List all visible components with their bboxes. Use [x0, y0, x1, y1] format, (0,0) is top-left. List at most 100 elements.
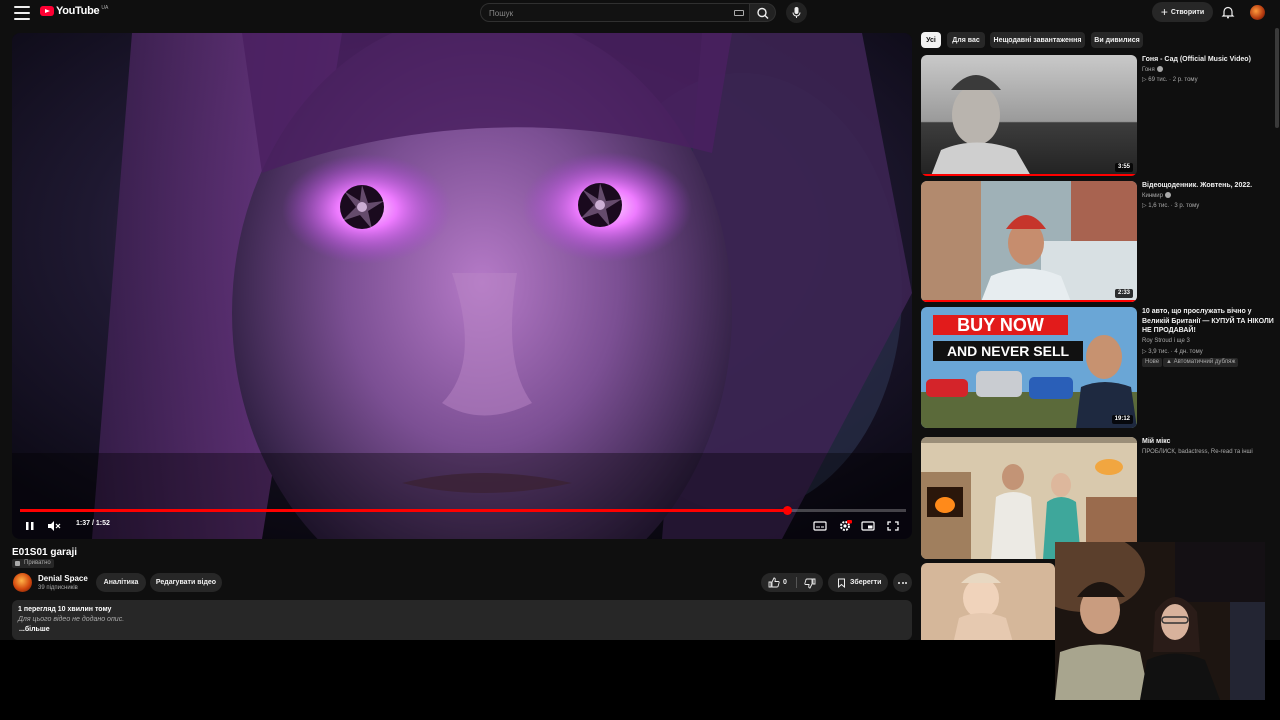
duration-badge: 19:12 [1111, 415, 1133, 424]
edit-video-button[interactable]: Редагувати відео [150, 573, 222, 592]
mix-artists: ПРОБЛИСК, badactress, Re-read та інші [1142, 449, 1253, 455]
search-button[interactable] [750, 3, 776, 22]
upload-age: 3 р. тому [1174, 203, 1200, 209]
like-icon[interactable] [768, 577, 780, 588]
visibility-badge: Приватно [12, 559, 54, 568]
progress-scrubber[interactable] [782, 506, 792, 515]
create-label: Створити [1170, 8, 1205, 16]
channel-name[interactable]: Denial Space [38, 574, 88, 583]
related-meta: ▷ 69 тис. · 2 р. тому [1142, 77, 1198, 83]
thumbnail-image [921, 181, 1137, 302]
voice-search-button[interactable] [786, 2, 807, 23]
upload-age: 2 р. тому [1172, 77, 1198, 83]
settings-gear-icon[interactable] [837, 519, 853, 533]
chip-watched[interactable]: Ви дивилися [1091, 32, 1143, 48]
more-actions-button[interactable] [893, 573, 912, 592]
related-title[interactable]: Мій мікс [1142, 437, 1274, 447]
create-button[interactable]: + Створити [1152, 2, 1213, 22]
bell-icon[interactable] [1221, 5, 1235, 19]
account-avatar[interactable] [1250, 5, 1265, 20]
thumbnail-image [921, 437, 1137, 559]
channel-label: Кинмир [1142, 193, 1163, 199]
duration-badge: 3:55 [1114, 163, 1133, 172]
pause-icon[interactable] [22, 519, 38, 533]
related-channel[interactable]: Roy Stroud і ще 3 [1142, 338, 1190, 344]
subscriber-count: 39 підписників [38, 585, 78, 591]
mute-icon[interactable] [46, 519, 62, 533]
related-title[interactable]: Гоня - Сад (Official Music Video) [1142, 55, 1274, 65]
auto-dub-badge: ▲ Автоматичний дубляж [1163, 358, 1239, 367]
related-channel[interactable]: Гоня [1142, 66, 1163, 73]
save-button[interactable]: Зберегти [828, 573, 888, 592]
sidebar-scrollbar[interactable] [1274, 28, 1280, 128]
search-box [480, 3, 750, 22]
dislike-icon[interactable] [804, 578, 816, 589]
plus-icon: + [1160, 5, 1168, 19]
duration-badge: 2:33 [1114, 289, 1133, 298]
mix-thumbnail[interactable] [921, 437, 1137, 559]
like-count: 0 [783, 579, 787, 586]
chip-recent-uploads[interactable]: Нещодавні завантаження [990, 32, 1085, 48]
like-dislike-group: 0 [761, 573, 823, 592]
view-count: 1,6 тис. [1148, 203, 1170, 209]
top-bar: YouTube UA + Створити [0, 0, 1280, 26]
chip-all[interactable]: Усі [921, 32, 941, 48]
save-label: Зберегти [850, 579, 882, 586]
chip-for-you[interactable]: Для вас [947, 32, 985, 48]
watched-progress [921, 300, 1137, 302]
view-stats: 1 перегляд 10 хвилин тому [18, 606, 112, 613]
visibility-label: Приватно [24, 560, 51, 566]
verified-icon [1156, 66, 1163, 72]
progress-played [20, 509, 788, 512]
webcam-image [1055, 542, 1265, 700]
dub-icon: ▲ [1166, 359, 1174, 365]
logo-country: UA [101, 4, 109, 11]
new-badge: Нове [1142, 358, 1163, 367]
thumbnail-image: BUY NOW AND NEVER SELL [921, 307, 1137, 428]
show-more-link[interactable]: ...більше [19, 626, 50, 633]
channel-label: Гоня [1142, 67, 1155, 73]
video-title: E01S01 garaji [12, 547, 78, 558]
miniplayer-icon[interactable] [860, 519, 876, 533]
upload-age: 4 дн. тому [1174, 349, 1203, 355]
menu-icon[interactable] [14, 6, 30, 20]
bookmark-icon [838, 578, 845, 588]
description-box[interactable]: 1 перегляд 10 хвилин тому Для цього віде… [12, 600, 912, 640]
view-count: 69 тис. [1148, 77, 1168, 83]
view-count: 3,9 тис. [1148, 349, 1170, 355]
fullscreen-icon[interactable] [885, 519, 901, 533]
watched-progress [921, 174, 1137, 176]
verified-icon [1164, 192, 1171, 198]
thumbnail-headline-2: AND NEVER SELL [947, 343, 1070, 359]
logo-text: YouTube [56, 5, 100, 17]
webcam-overlay [1055, 542, 1265, 700]
time-display: 1:37 / 1:52 [76, 520, 110, 527]
auto-dub-label: Автоматичний дубляж [1173, 359, 1236, 365]
description-text: Для цього відео не додано опис. [18, 616, 125, 623]
related-meta: ▷ 1,6 тис. · 3 р. тому [1142, 203, 1200, 209]
thumbnail-headline-1: BUY NOW [957, 315, 1044, 335]
related-title[interactable]: Відеощоденник. Жовтень, 2022. [1142, 181, 1274, 191]
video-player[interactable]: 1:37 / 1:52 [12, 33, 912, 539]
channel-avatar[interactable] [13, 573, 32, 592]
keyboard-icon[interactable] [734, 10, 744, 16]
youtube-logo[interactable]: YouTube UA [40, 5, 108, 17]
divider [796, 577, 797, 588]
thumbnail-image [921, 55, 1137, 176]
related-title[interactable]: 10 авто, що прослужать вічно у Великій Б… [1142, 307, 1274, 336]
related-thumbnail[interactable]: BUY NOW AND NEVER SELL 19:12 [921, 307, 1137, 428]
analytics-button[interactable]: Аналітика [96, 573, 146, 592]
youtube-watch-page: YouTube UA + Створити [0, 0, 1280, 720]
lock-icon [15, 561, 20, 566]
related-thumbnail[interactable]: 3:55 [921, 55, 1137, 176]
youtube-play-icon [40, 6, 54, 16]
related-channel[interactable]: Кинмир [1142, 192, 1171, 199]
related-thumbnail[interactable]: 2:33 [921, 181, 1137, 302]
search-input[interactable] [489, 6, 719, 20]
progress-bar[interactable] [20, 506, 906, 515]
related-meta: ▷ 3,9 тис. · 4 дн. тому [1142, 349, 1203, 355]
search-icon [757, 7, 769, 19]
video-frame [12, 33, 912, 539]
subtitles-icon[interactable] [812, 519, 828, 533]
scrollbar-thumb[interactable] [1274, 28, 1280, 128]
